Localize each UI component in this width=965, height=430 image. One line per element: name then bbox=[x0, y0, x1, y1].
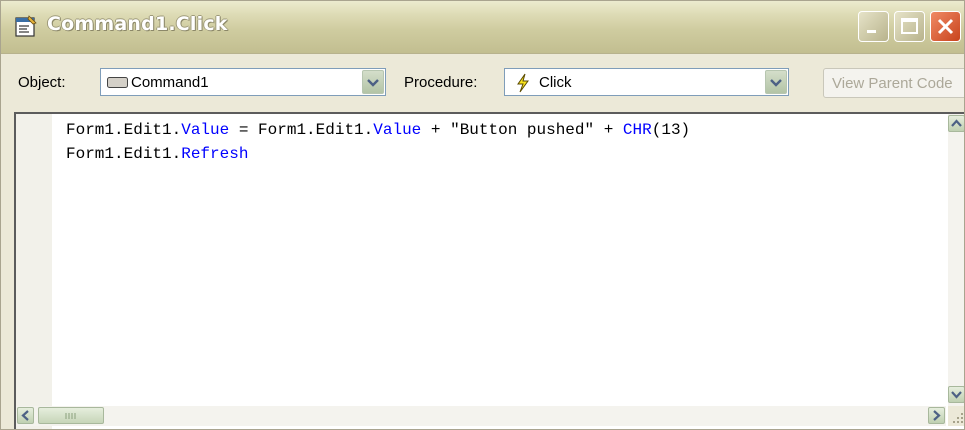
code-keyword: CHR bbox=[622, 121, 652, 139]
scroll-up-button[interactable] bbox=[948, 115, 964, 132]
resize-grip-icon bbox=[953, 413, 963, 423]
object-label: Object: bbox=[18, 74, 66, 91]
code-editor[interactable]: Form1.Edit1.Value = Form1.Edit1.Value + … bbox=[14, 112, 964, 429]
code-token: + "Button pushed" + bbox=[421, 121, 623, 139]
window-title: Command1.Click bbox=[47, 13, 228, 35]
chevron-down-icon bbox=[770, 79, 782, 87]
command-button-icon bbox=[107, 76, 129, 94]
object-combo[interactable]: Command1 bbox=[100, 68, 386, 96]
title-bar[interactable]: Command1.Click bbox=[1, 1, 964, 54]
procedure-combo[interactable]: Click bbox=[504, 68, 789, 96]
code-keyword: Value bbox=[373, 121, 422, 139]
minimize-button[interactable] bbox=[858, 11, 889, 42]
chevron-up-icon bbox=[951, 119, 962, 127]
code-window: Command1.Click Object: Command1 Procedur… bbox=[0, 0, 965, 430]
maximize-button[interactable] bbox=[894, 11, 925, 42]
chevron-down-icon bbox=[951, 391, 962, 399]
vertical-scrollbar[interactable] bbox=[948, 114, 964, 406]
object-combo-value: Command1 bbox=[131, 74, 209, 91]
procedure-dropdown-button[interactable] bbox=[765, 70, 787, 94]
code-token: Form1.Edit1. bbox=[66, 145, 182, 163]
maximize-icon bbox=[901, 18, 918, 34]
procedure-combo-value: Click bbox=[539, 74, 572, 91]
resize-grip[interactable] bbox=[948, 406, 964, 426]
view-parent-code-label: View Parent Code bbox=[832, 75, 953, 92]
horizontal-scrollbar[interactable] bbox=[16, 406, 946, 426]
code-token: = Form1.Edit1. bbox=[229, 121, 374, 139]
close-button[interactable] bbox=[930, 11, 961, 42]
editor-gutter bbox=[16, 114, 52, 429]
procedure-label: Procedure: bbox=[404, 74, 478, 91]
lightning-bolt-icon bbox=[515, 73, 531, 98]
view-parent-code-button[interactable]: View Parent Code bbox=[823, 68, 964, 98]
horizontal-scroll-thumb[interactable] bbox=[38, 407, 104, 424]
code-keyword: Refresh bbox=[181, 145, 249, 163]
code-text[interactable]: Form1.Edit1.Value = Form1.Edit1.Value + … bbox=[66, 118, 690, 166]
close-icon bbox=[937, 18, 954, 35]
form-code-icon bbox=[14, 14, 38, 38]
chevron-right-icon bbox=[933, 410, 941, 421]
code-line[interactable]: Form1.Edit1.Refresh bbox=[66, 142, 690, 166]
code-token: Form1.Edit1. bbox=[66, 121, 182, 139]
code-line[interactable]: Form1.Edit1.Value = Form1.Edit1.Value + … bbox=[66, 118, 690, 142]
minimize-icon bbox=[867, 30, 876, 33]
scroll-left-button[interactable] bbox=[17, 407, 34, 424]
scroll-down-button[interactable] bbox=[948, 386, 964, 403]
chevron-down-icon bbox=[367, 79, 379, 87]
chevron-left-icon bbox=[21, 410, 29, 421]
code-keyword: Value bbox=[181, 121, 230, 139]
code-toolbar: Object: Command1 Procedure: Click View P… bbox=[1, 54, 964, 112]
scroll-right-button[interactable] bbox=[928, 407, 945, 424]
object-dropdown-button[interactable] bbox=[362, 70, 384, 94]
code-token: (13) bbox=[651, 121, 691, 139]
grip-icon bbox=[65, 413, 76, 419]
